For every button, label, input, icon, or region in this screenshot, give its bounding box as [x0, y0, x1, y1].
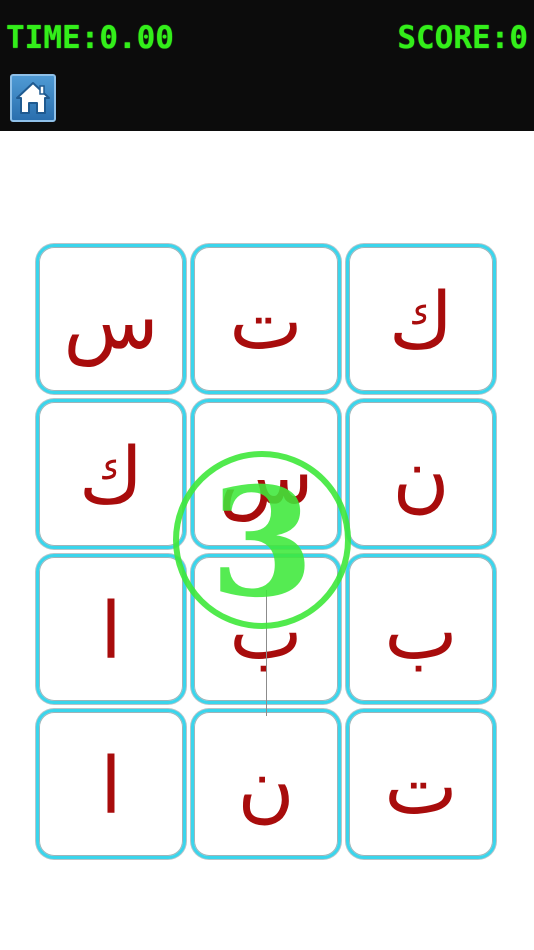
letter-board: س ت ك ك س ن ا ب ب ا ن ت	[36, 244, 498, 860]
tile-letter: س	[63, 277, 159, 367]
tile-r2-c2[interactable]: س	[191, 399, 341, 549]
countdown-guide-line	[266, 590, 267, 716]
tile-letter: ت	[229, 277, 303, 367]
score-display: SCORE:0	[397, 20, 528, 56]
tile-r4-c1[interactable]: ا	[36, 709, 186, 859]
tile-letter: س	[218, 432, 314, 522]
tile-letter: ك	[388, 277, 454, 367]
tile-letter: ك	[78, 432, 144, 522]
tile-r4-c2[interactable]: ن	[191, 709, 341, 859]
tile-letter: ب	[384, 587, 458, 677]
tile-r3-c3[interactable]: ب	[346, 554, 496, 704]
tile-r1-c2[interactable]: ت	[191, 244, 341, 394]
tile-letter: ا	[100, 742, 122, 832]
tile-r3-c1[interactable]: ا	[36, 554, 186, 704]
tile-r2-c3[interactable]: ن	[346, 399, 496, 549]
tile-letter: ن	[392, 432, 450, 522]
tile-r2-c1[interactable]: ك	[36, 399, 186, 549]
tile-letter: ن	[237, 742, 295, 832]
home-icon	[16, 82, 50, 114]
tile-letter: ت	[384, 742, 458, 832]
tile-r1-c3[interactable]: ك	[346, 244, 496, 394]
top-bar: TIME:0.00 SCORE:0	[0, 0, 534, 131]
tile-r4-c3[interactable]: ت	[346, 709, 496, 859]
tile-letter: ا	[100, 587, 122, 677]
home-button[interactable]	[10, 74, 56, 122]
tile-r1-c1[interactable]: س	[36, 244, 186, 394]
time-display: TIME:0.00	[6, 20, 174, 56]
